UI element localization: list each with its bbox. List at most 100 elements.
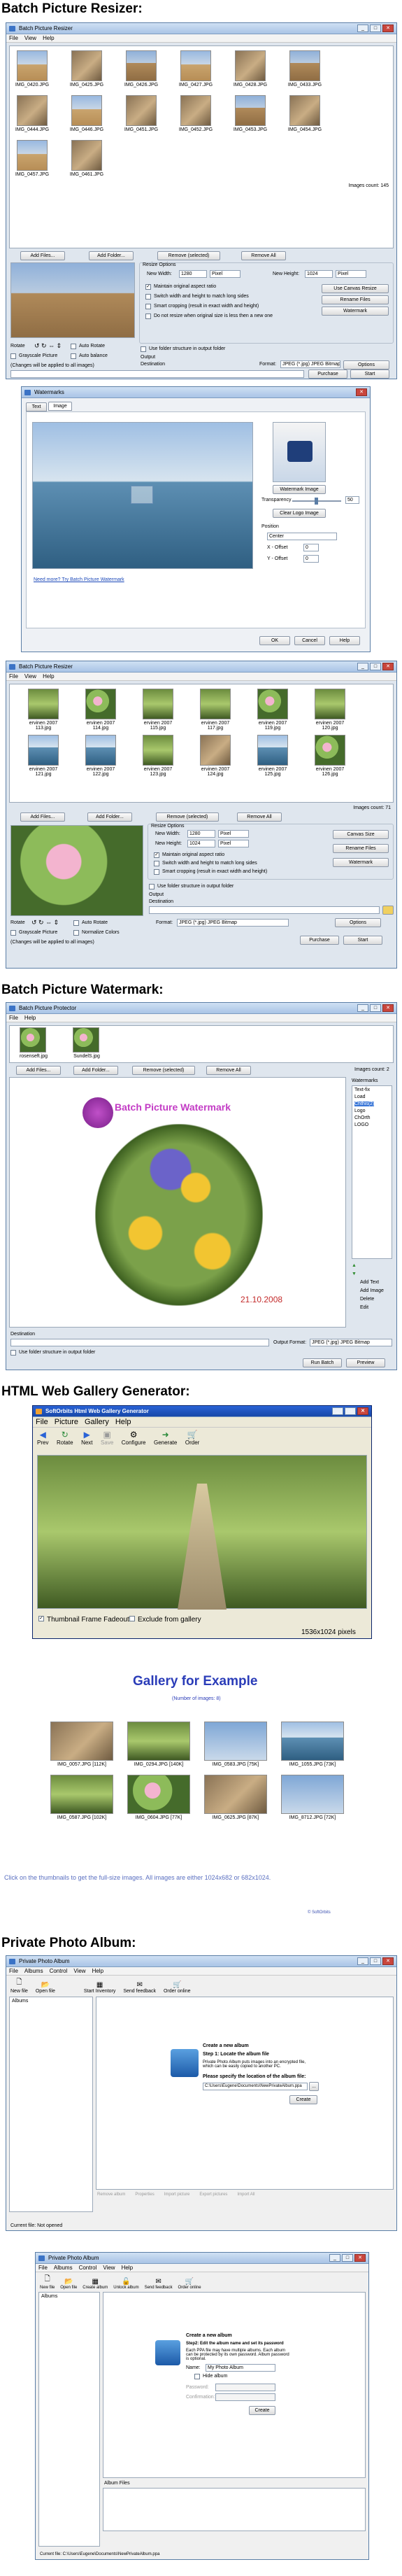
menu-albums[interactable]: Albums (54, 2265, 73, 2271)
close-button[interactable]: ✕ (382, 1957, 394, 1965)
remove-selected-button[interactable]: Remove (selected) (132, 1066, 195, 1075)
tab-image[interactable]: Image (48, 402, 72, 411)
menu-file[interactable]: File (9, 35, 18, 41)
rename-files-button[interactable]: Rename Files (333, 844, 389, 853)
ok-button[interactable]: OK (259, 636, 290, 645)
menu-picture[interactable]: Picture (55, 1418, 78, 1426)
send-feedback-button[interactable]: ✉ Send feedback (145, 2278, 173, 2290)
menu-view[interactable]: View (103, 2265, 115, 2271)
close-button[interactable]: ✕ (356, 388, 367, 396)
transparency-value[interactable]: 50 (345, 496, 359, 504)
rename-files-button[interactable]: Rename Files (322, 295, 389, 304)
order-button[interactable]: 🛒 Order (185, 1430, 199, 1446)
watermark-image-button[interactable]: Watermark Image (273, 485, 326, 494)
autobalance-checkbox[interactable] (71, 353, 76, 359)
delete-button[interactable]: Delete (360, 1297, 374, 1302)
thumb-8[interactable] (85, 735, 116, 766)
format-select[interactable]: JPEG (*.jpg) JPEG Bitmap (280, 360, 340, 368)
options-button[interactable]: Options (343, 360, 389, 369)
thumb-10[interactable] (180, 95, 211, 126)
help-button[interactable]: Help (329, 636, 360, 645)
aspect-ratio-checkbox[interactable]: ✓ (145, 284, 151, 290)
thumb-11[interactable] (235, 95, 266, 126)
unlock-album-button[interactable]: 🔓 Unlock album (113, 2278, 138, 2290)
new-width-input[interactable]: 1280 (187, 830, 215, 838)
thumb-3[interactable] (143, 689, 173, 719)
thumb-8[interactable] (71, 95, 102, 126)
auto-rotate-checkbox[interactable] (73, 920, 79, 926)
confirmation-input[interactable] (215, 2393, 275, 2401)
save-button[interactable]: ▣ Save (101, 1430, 113, 1446)
menu-file[interactable]: File (9, 1968, 18, 1974)
thumb-14[interactable] (71, 140, 102, 171)
close-button[interactable]: ✕ (382, 663, 394, 670)
remove-all-button[interactable]: Remove All (206, 1066, 251, 1075)
switch-sides-checkbox[interactable] (145, 294, 151, 300)
minimize-button[interactable]: _ (329, 2254, 340, 2262)
position-select[interactable]: Center (267, 533, 337, 540)
maximize-button[interactable]: □ (370, 24, 381, 32)
minimize-button[interactable]: _ (357, 663, 368, 670)
menu-help[interactable]: Help (122, 2265, 133, 2271)
slider-thumb[interactable] (315, 498, 318, 505)
grayscale-checkbox[interactable] (10, 353, 16, 359)
width-unit-select[interactable]: Pixel (210, 270, 241, 278)
next-button[interactable]: ▶ Next (81, 1430, 92, 1446)
watermark-list-item[interactable]: LOGO (354, 1122, 368, 1127)
watermark-list-item[interactable]: Text-fix (354, 1088, 370, 1092)
thumb-9[interactable] (126, 95, 157, 126)
minimize-button[interactable]: _ (357, 1004, 368, 1012)
thumb-5[interactable] (257, 689, 288, 719)
width-unit-select[interactable]: Pixel (218, 830, 249, 838)
new-height-input[interactable]: 1024 (305, 270, 333, 278)
thumb-2[interactable] (85, 689, 116, 719)
exclude-checkbox[interactable] (129, 1616, 135, 1621)
maximize-button[interactable]: □ (345, 1407, 356, 1415)
thumb-4[interactable] (180, 50, 211, 81)
send-feedback-button[interactable]: ✉ Send feedback (123, 1981, 156, 1994)
gallery-thumb-7[interactable] (204, 1775, 267, 1814)
maximize-button[interactable]: □ (370, 1957, 381, 1965)
open-file-button[interactable]: 📂 Open file (60, 2278, 77, 2290)
add-files-button[interactable]: Add Files... (16, 1066, 61, 1075)
gallery-thumb-1[interactable] (50, 1722, 113, 1761)
order-online-button[interactable]: 🛒 Order online (164, 1981, 191, 1994)
maximize-button[interactable]: □ (342, 2254, 353, 2262)
menu-view[interactable]: View (24, 673, 36, 680)
add-text-button[interactable]: Add Text (360, 1280, 379, 1285)
thumb-2[interactable] (73, 1027, 99, 1053)
aspect-ratio-checkbox[interactable]: ✓ (154, 852, 159, 858)
folder-structure-checkbox[interactable] (10, 1350, 16, 1356)
destination-input[interactable] (149, 906, 380, 914)
menu-help[interactable]: Help (24, 1015, 36, 1021)
remove-selected-button[interactable]: Remove (selected) (156, 812, 219, 822)
remove-album-button[interactable]: Remove album (97, 2193, 125, 2209)
add-folder-button[interactable]: Add Folder... (73, 1066, 118, 1075)
rotate-icons[interactable]: ↺ ↻ ⇔ ⇕ (34, 342, 62, 350)
browse-folder-icon[interactable] (382, 906, 394, 915)
configure-button[interactable]: ⚙ Configure (122, 1430, 146, 1446)
thumb-1[interactable] (20, 1027, 46, 1053)
no-upscale-checkbox[interactable] (145, 314, 151, 319)
folder-structure-checkbox[interactable] (149, 884, 155, 889)
start-button[interactable]: Start (343, 936, 382, 945)
switch-sides-checkbox[interactable] (154, 861, 159, 866)
options-button[interactable]: Options (335, 918, 381, 927)
move-up-icon[interactable]: ▲ (352, 1263, 357, 1268)
preview-button[interactable]: Preview (346, 1358, 385, 1367)
new-file-button[interactable]: 🗋 New file (40, 2274, 55, 2290)
menu-help[interactable]: Help (92, 1968, 103, 1974)
add-files-button[interactable]: Add Files... (20, 251, 65, 260)
menu-file[interactable]: File (9, 1015, 18, 1021)
gallery-thumb-5[interactable] (50, 1775, 113, 1814)
gallery-thumb-8[interactable] (281, 1775, 344, 1814)
watermark-list-item[interactable]: Logo (354, 1108, 366, 1113)
close-button[interactable]: ✕ (357, 1407, 368, 1415)
y-offset-input[interactable]: 0 (303, 555, 319, 563)
thumb-1[interactable] (28, 689, 59, 719)
create-button[interactable]: Create (249, 2406, 275, 2415)
canvas-resize-button[interactable]: Use Canvas Resize (322, 284, 389, 293)
remove-all-button[interactable]: Remove All (237, 812, 282, 822)
album-path-input[interactable]: C:\Users\Eugene\Documents\NewPrivateAlbu… (203, 2083, 308, 2090)
rotate-icons[interactable]: ↺ ↻ ⇔ ⇕ (31, 919, 59, 927)
